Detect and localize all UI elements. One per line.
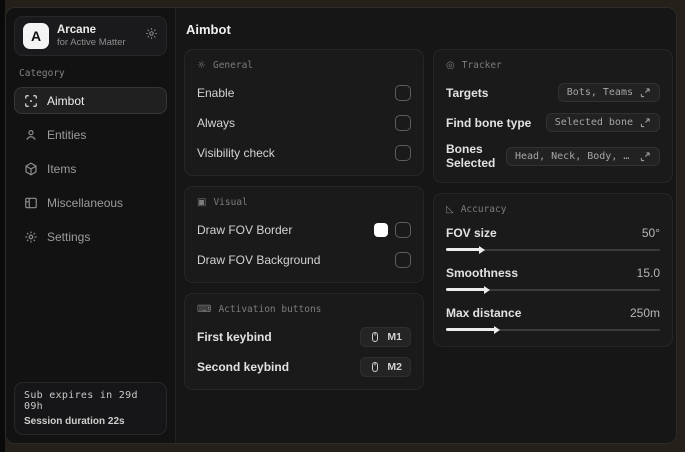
accuracy-card: ◺ Accuracy FOV size 50° Smoothness 15.0 … — [433, 193, 673, 347]
activation-buttons-card: ⌨ Activation buttons First keybind M1 Se… — [184, 293, 424, 390]
setting-label: Second keybind — [197, 359, 290, 374]
setting-label: Max distance — [446, 306, 522, 320]
arcane-window: A Arcane for Active Matter Category Aimb… — [5, 7, 677, 444]
setting-label: Targets — [446, 85, 489, 100]
dropdown-value: Selected bone — [554, 117, 633, 128]
fov-size-slider[interactable] — [446, 245, 660, 254]
mouse-icon — [372, 361, 379, 372]
slider-value: 250m — [629, 306, 660, 320]
dropdown-value: Head, Neck, Body, Pe… — [515, 150, 633, 162]
panel-icon — [23, 195, 38, 210]
smoothness-slider[interactable] — [446, 285, 660, 294]
general-card: ☼ General Enable Always Visibility check — [184, 49, 424, 176]
sidebar-item-settings[interactable]: Settings — [14, 223, 167, 250]
mouse-icon — [372, 331, 379, 342]
max-distance-slider[interactable] — [446, 325, 660, 334]
setting-label: FOV size — [446, 226, 497, 240]
draw-fov-border-checkbox[interactable] — [395, 221, 411, 238]
setting-label: Find bone type — [446, 115, 532, 130]
targets-dropdown[interactable]: Bots, Teams — [557, 83, 660, 102]
visibility-check-checkbox[interactable] — [395, 144, 411, 161]
expand-select-icon — [640, 151, 650, 161]
card-title: Activation buttons — [218, 304, 322, 315]
tracker-card: ◎ Tracker Targets Bots, Teams Find bone … — [433, 49, 673, 183]
second-keybind-button[interactable]: M2 — [360, 356, 411, 377]
setting-label: First keybind — [197, 329, 272, 344]
fov-border-color-swatch[interactable] — [374, 222, 388, 237]
setting-label: Visibility check — [197, 145, 275, 160]
card-title: Tracker — [461, 60, 502, 71]
setting-label: Draw FOV Border — [197, 222, 293, 237]
setting-label: Bones Selected — [446, 142, 496, 170]
sidebar-item-label: Items — [47, 161, 77, 176]
category-label: Category — [19, 68, 65, 80]
setting-label: Always — [197, 115, 236, 130]
setting-label: Draw FOV Background — [197, 252, 321, 267]
always-checkbox[interactable] — [395, 114, 411, 131]
setting-label: Enable — [197, 85, 235, 100]
cube-icon — [23, 161, 38, 176]
keybind-value: M1 — [387, 330, 402, 343]
expand-select-icon — [640, 88, 650, 98]
sidebar-item-miscellaneous[interactable]: Miscellaneous — [14, 189, 167, 216]
card-title: Visual — [213, 197, 248, 208]
brand-card: A Arcane for Active Matter — [14, 16, 167, 57]
page-title: Aimbot — [186, 22, 231, 37]
setting-label: Smoothness — [446, 266, 519, 280]
brand-subtitle: for Active Matter — [57, 37, 126, 49]
first-keybind-button[interactable]: M1 — [360, 326, 411, 347]
sidebar-item-label: Aimbot — [47, 93, 85, 108]
card-title: Accuracy — [460, 204, 507, 215]
gear-icon[interactable] — [145, 27, 158, 45]
card-title: General — [212, 60, 254, 71]
sidebar-item-label: Entities — [47, 127, 87, 142]
gear-icon — [23, 229, 38, 244]
sidebar-item-items[interactable]: Items — [14, 155, 167, 182]
desktop-backdrop: A Arcane for Active Matter Category Aimb… — [0, 0, 685, 452]
slider-value: 50° — [641, 226, 660, 240]
sidebar-item-label: Settings — [47, 229, 91, 244]
image-icon: ▣ — [197, 197, 207, 208]
bones-selected-dropdown[interactable]: Head, Neck, Body, Pe… — [506, 146, 660, 166]
session-duration-text: Session duration 22s — [24, 416, 125, 427]
sidebar-item-aimbot[interactable]: Aimbot — [14, 87, 167, 115]
sun-icon: ☼ — [197, 60, 206, 71]
sidebar-item-label: Miscellaneous — [47, 195, 124, 210]
find-bone-type-dropdown[interactable]: Selected bone — [545, 113, 660, 132]
sidebar-item-entities[interactable]: Entities — [14, 121, 167, 148]
brand-logo: A — [23, 23, 49, 50]
expand-select-icon — [640, 118, 650, 128]
angle-icon: ◺ — [446, 204, 454, 215]
keyboard-icon: ⌨ — [197, 304, 212, 315]
keybind-value: M2 — [387, 360, 402, 373]
draw-fov-background-checkbox[interactable] — [395, 251, 411, 268]
subscription-card: Sub expires in 29d 09h Session duration … — [14, 382, 167, 435]
brand-name: Arcane — [57, 24, 96, 36]
entities-icon — [23, 127, 38, 142]
crosshair-icon — [23, 93, 38, 108]
dropdown-value: Bots, Teams — [566, 87, 633, 98]
visual-card: ▣ Visual Draw FOV Border Draw FOV Backgr… — [184, 186, 424, 283]
slider-value: 15.0 — [636, 266, 660, 280]
enable-checkbox[interactable] — [395, 84, 411, 101]
main-panel: Aimbot ☼ General Enable Always Visibilit… — [176, 8, 676, 443]
sidebar: A Arcane for Active Matter Category Aimb… — [6, 8, 176, 443]
target-icon: ◎ — [446, 60, 455, 71]
sub-expiry-text: Sub expires in 29d 09h — [24, 390, 138, 412]
